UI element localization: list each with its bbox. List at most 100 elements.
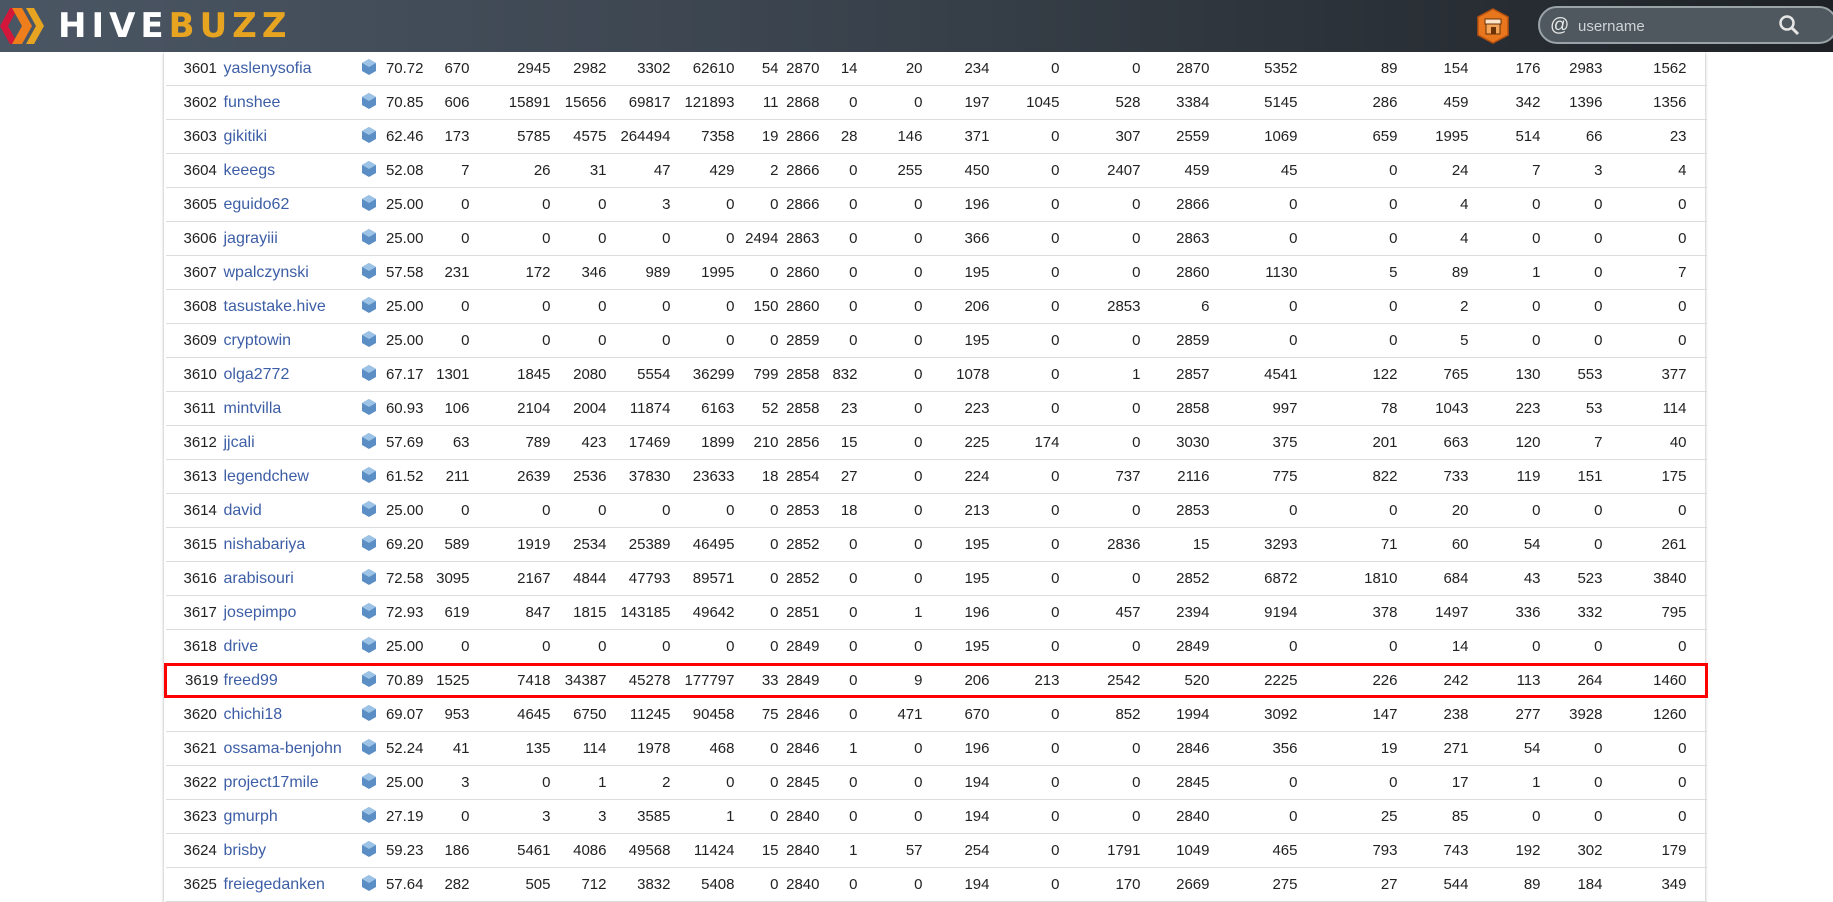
username-link[interactable]: gmurph (224, 808, 278, 825)
stat-cell: 224 (922, 459, 990, 494)
stat-cell: 11245 (606, 696, 671, 732)
username-cell: chichi18 (219, 696, 357, 732)
search-icon[interactable] (1778, 14, 1800, 36)
rank-cell: 3605 (165, 187, 220, 222)
username-link[interactable]: freed99 (224, 672, 278, 689)
username-link[interactable]: yaslenysofia (224, 60, 312, 77)
stat-cell: 0 (819, 799, 858, 834)
hive-badge-icon (356, 799, 382, 834)
stat-cell: 0 (1602, 221, 1687, 256)
stat-cell: 143185 (606, 595, 671, 630)
stat-cell: 170 (1059, 867, 1141, 902)
stat-cell: 225 (922, 425, 990, 460)
stat-cell: 2858 (1140, 391, 1210, 426)
username-cell: yaslenysofia (219, 52, 357, 86)
stat-cell: 194 (922, 799, 990, 834)
username-link[interactable]: gikitiki (224, 128, 268, 145)
stat-cell: 2868 (778, 85, 820, 120)
stat-cell: 264 (1540, 663, 1603, 698)
stat-cell: 0 (857, 459, 923, 494)
username-link[interactable]: wpalczynski (224, 264, 309, 281)
shop-icon (1477, 8, 1509, 44)
hive-badge-icon (356, 425, 382, 460)
username-link[interactable]: nishabariya (224, 536, 306, 553)
stat-cell: 1562 (1602, 52, 1687, 86)
username-search[interactable]: @ (1538, 6, 1833, 44)
stat-cell: 0 (989, 867, 1060, 902)
stat-cell: 0 (423, 629, 470, 665)
stat-cell: 822 (1297, 459, 1398, 494)
stat-cell: 459 (1140, 153, 1210, 188)
username-link[interactable]: jagrayiii (224, 230, 278, 247)
stat-cell: 0 (606, 221, 671, 256)
rank-cell: 3617 (165, 595, 220, 630)
username-link[interactable]: mintvilla (224, 400, 282, 417)
stat-cell: 1049 (1140, 833, 1210, 868)
stat-cell: 0 (734, 493, 779, 528)
stat-cell: 0 (1297, 629, 1398, 665)
stat-cell: 0 (1209, 493, 1298, 528)
username-link[interactable]: keeegs (224, 162, 276, 179)
stat-cell: 2845 (778, 765, 820, 800)
username-link[interactable]: tasustake.hive (224, 298, 326, 315)
stat-cell: 356 (1209, 731, 1298, 766)
stat-cell: 2858 (778, 391, 820, 426)
stat-cell: 57.58 (381, 255, 424, 290)
username-link[interactable]: josepimpo (224, 604, 297, 621)
username-link[interactable]: chichi18 (224, 706, 283, 723)
rank-cell: 3615 (165, 527, 220, 562)
stat-cell: 457 (1059, 595, 1141, 630)
row-padding (1686, 153, 1707, 188)
username-link[interactable]: jjcali (224, 434, 255, 451)
username-link[interactable]: olga2772 (224, 366, 290, 383)
stat-cell: 271 (1397, 731, 1469, 766)
username-link[interactable]: cryptowin (224, 332, 292, 349)
username-link[interactable]: ossama-benjohn (224, 740, 342, 757)
stat-cell: 2494 (734, 221, 779, 256)
username-search-input[interactable] (1576, 14, 1780, 38)
stat-cell: 20 (857, 52, 923, 86)
rank-cell: 3621 (165, 731, 220, 766)
stat-cell: 3832 (606, 867, 671, 902)
stat-cell: 286 (1297, 85, 1398, 120)
stat-cell: 0 (857, 187, 923, 222)
username-link[interactable]: funshee (224, 94, 281, 111)
username-link[interactable]: freiegedanken (224, 876, 325, 893)
rank-cell: 3601 (165, 52, 220, 86)
stat-cell: 0 (989, 765, 1060, 800)
stat-cell: 0 (819, 153, 858, 188)
stat-cell: 0 (989, 187, 1060, 222)
row-padding (1686, 833, 1707, 868)
hivebuzz-logo[interactable]: HIVEBUZZ (0, 4, 292, 48)
username-link[interactable]: project17mile (224, 774, 319, 791)
stat-cell: 0 (989, 52, 1060, 86)
stat-cell: 4844 (550, 561, 607, 596)
stat-cell: 0 (734, 867, 779, 902)
hive-badge-icon (356, 255, 382, 290)
username-link[interactable]: eguido62 (224, 196, 290, 213)
stat-cell: 106 (423, 391, 470, 426)
stat-cell: 0 (469, 629, 551, 665)
stat-cell: 20 (1397, 493, 1469, 528)
username-link[interactable]: arabisouri (224, 570, 294, 587)
stat-cell: 25.00 (381, 323, 424, 358)
username-link[interactable]: legendchew (224, 468, 309, 485)
stat-cell: 122 (1297, 357, 1398, 392)
row-padding (1686, 459, 1707, 494)
stat-cell: 0 (1059, 765, 1141, 800)
stat-cell: 6 (1140, 289, 1210, 324)
stat-cell: 0 (857, 425, 923, 460)
shop-badge-button[interactable] (1476, 8, 1510, 44)
username-link[interactable]: drive (224, 638, 259, 655)
table-row: 3618 drive 25.00 0 0 0 0 0 0 2849 0 0 195 0 0 2849 0 0 14 0… (165, 629, 1707, 665)
stat-cell: 0 (819, 527, 858, 562)
stat-cell: 47793 (606, 561, 671, 596)
stat-cell: 25389 (606, 527, 671, 562)
username-link[interactable]: brisby (224, 842, 267, 859)
stat-cell: 346 (550, 255, 607, 290)
hive-badge-icon (356, 561, 382, 596)
table-row: 3608 tasustake.hive 25.00 0 0 0 0 0 150 2860 0 0 206… (165, 289, 1707, 324)
table-row: 3613 legendchew 61.52 211 2639 2536 37830 23633… (165, 459, 1707, 494)
username-link[interactable]: david (224, 502, 262, 519)
rank-cell: 3612 (165, 425, 220, 460)
